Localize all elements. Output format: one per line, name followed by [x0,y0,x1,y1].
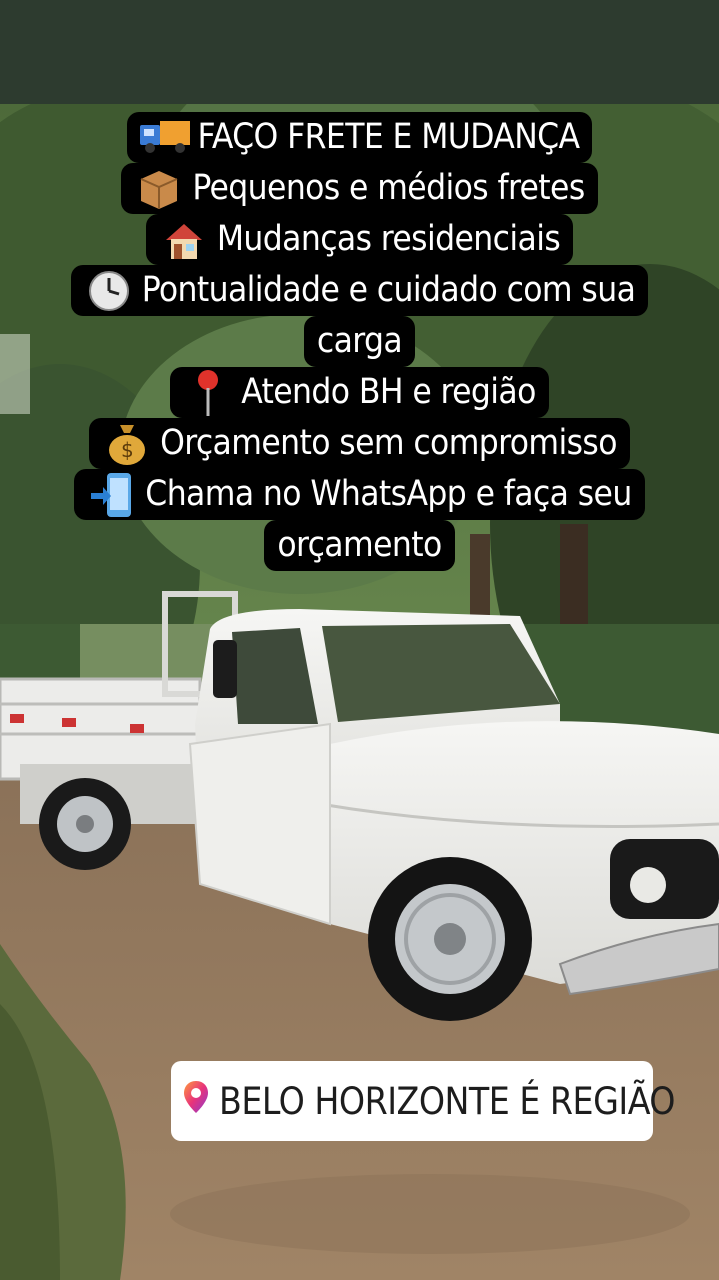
location-pin-icon [183,1080,209,1123]
caption-line-1: FAÇO FRETE E MUDANÇA [126,112,593,163]
caption-line-4: Pontualidade e cuidado com sua [70,265,649,316]
caption-text: Atendo BH e região [241,372,536,412]
story-caption: FAÇO FRETE E MUDANÇA Pequenos e médios f… [0,112,719,571]
caption-line-8: Chama no WhatsApp e faça seu [74,469,645,520]
money-bag-icon: $ [102,423,152,465]
caption-line-3: Mudanças residenciais [145,214,574,265]
caption-text: FAÇO FRETE E MUDANÇA [197,117,581,157]
caption-text: Mudanças residenciais [216,219,561,259]
caption-text: carga [316,321,403,361]
caption-text: Chama no WhatsApp e faça seu [145,474,632,514]
caption-line-2: Pequenos e médios fretes [121,163,598,214]
package-icon [134,168,184,210]
clock-icon [84,270,134,312]
caption-text: Pequenos e médios fretes [192,168,585,208]
caption-text: Orçamento sem compromisso [160,423,617,463]
pin-icon [183,369,233,416]
caption-line-6: Atendo BH e região [170,367,549,418]
caption-line-7: $ Orçamento sem compromisso [89,418,630,469]
caption-text: Pontualidade e cuidado com sua [141,270,636,310]
story-top-bar [0,0,719,104]
location-sticker-text: BELO HORIZONTE É REGIÃO [219,1079,676,1123]
svg-text:$: $ [121,438,133,462]
caption-line-5: carga [303,316,416,367]
phone-arrow-icon [87,472,137,517]
caption-line-9: orçamento [264,520,455,571]
caption-text: orçamento [277,525,442,565]
truck-icon [139,117,190,159]
location-sticker[interactable]: BELO HORIZONTE É REGIÃO [171,1061,676,1141]
house-icon [159,219,209,261]
